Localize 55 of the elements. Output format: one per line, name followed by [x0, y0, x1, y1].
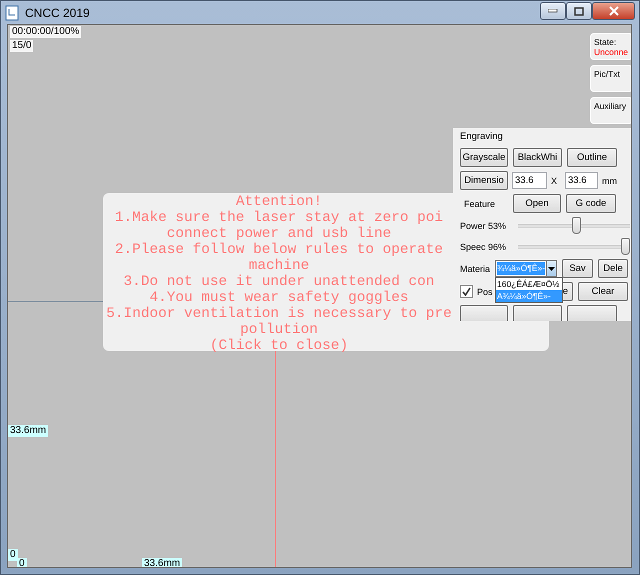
window-title: CNCC 2019	[25, 6, 91, 20]
progress-label: 00:00:00/100%	[10, 26, 82, 38]
maximize-icon	[574, 6, 584, 16]
maximize-button[interactable]	[566, 2, 592, 20]
warning-line: 3.Do not use it under unattended con	[124, 274, 434, 290]
height-field[interactable]: 33.6	[565, 172, 598, 189]
warning-line: machine	[248, 258, 310, 274]
dimension-button[interactable]: Dimensio	[460, 171, 508, 190]
clear-button[interactable]: Clear	[578, 282, 628, 301]
warning-line: 4.You must wear safety goggles	[149, 290, 409, 306]
warning-line: 2.Please follow below rules to operate	[114, 242, 444, 258]
material-label: Materia	[460, 264, 492, 274]
count-label: 15/0	[10, 40, 34, 52]
close-button[interactable]	[592, 2, 635, 20]
feature-label: Feature	[463, 198, 496, 208]
width-field[interactable]: 33.6	[512, 172, 547, 189]
y-size-label: 33.6mm	[8, 425, 48, 437]
slider-thumb[interactable]	[620, 238, 630, 255]
position-checkbox[interactable]	[460, 285, 473, 298]
state-value: Unconne	[594, 47, 630, 57]
y-origin-label: 0	[8, 549, 18, 561]
close-hint: (Click to close)	[210, 338, 348, 354]
open-button[interactable]: Open	[513, 194, 561, 213]
action-button[interactable]	[460, 305, 508, 321]
group-title: Auxiliary	[594, 101, 628, 111]
warning-line: connect power and usb line	[166, 226, 392, 242]
x-size-label: 33.6mm	[142, 558, 182, 567]
delete-button[interactable]: Dele	[598, 259, 628, 278]
unit-label: mm	[602, 176, 617, 186]
slider-label: Speec 96%	[460, 242, 508, 252]
mode-button[interactable]: Outline	[567, 148, 617, 167]
times-label: X	[551, 176, 558, 186]
group-title: State:	[594, 37, 618, 47]
warning-line: 5.Indoor ventilation is necessary to pre	[106, 306, 452, 322]
position-label: Pos	[477, 286, 494, 296]
mode-button[interactable]: BlackWhi	[513, 148, 562, 167]
warning-line: 1.Make sure the laser stay at zero poi	[114, 210, 444, 226]
mode-button[interactable]: Grayscale	[460, 148, 508, 167]
save-button[interactable]: Sav	[562, 259, 593, 278]
dropdown-option[interactable]: 160¿ÊÁ£Æ¤Ö½	[496, 278, 562, 290]
group-title: Engraving	[460, 131, 504, 142]
warning-line: pollution	[240, 322, 318, 338]
close-icon	[608, 6, 618, 16]
minimize-button[interactable]	[540, 2, 566, 20]
caret-icon	[548, 266, 556, 270]
minimize-icon	[548, 9, 558, 13]
slider-thumb[interactable]	[572, 217, 582, 234]
group-title: Pic/Txt	[594, 69, 621, 79]
action-button[interactable]	[567, 305, 617, 321]
app-icon	[5, 4, 19, 20]
slider-label: Power 53%	[460, 220, 508, 230]
x-origin-label: 0	[17, 558, 27, 567]
gcode-button[interactable]: G code	[566, 194, 616, 213]
action-button[interactable]	[513, 305, 562, 321]
dialog-title: Attention!	[236, 194, 322, 210]
